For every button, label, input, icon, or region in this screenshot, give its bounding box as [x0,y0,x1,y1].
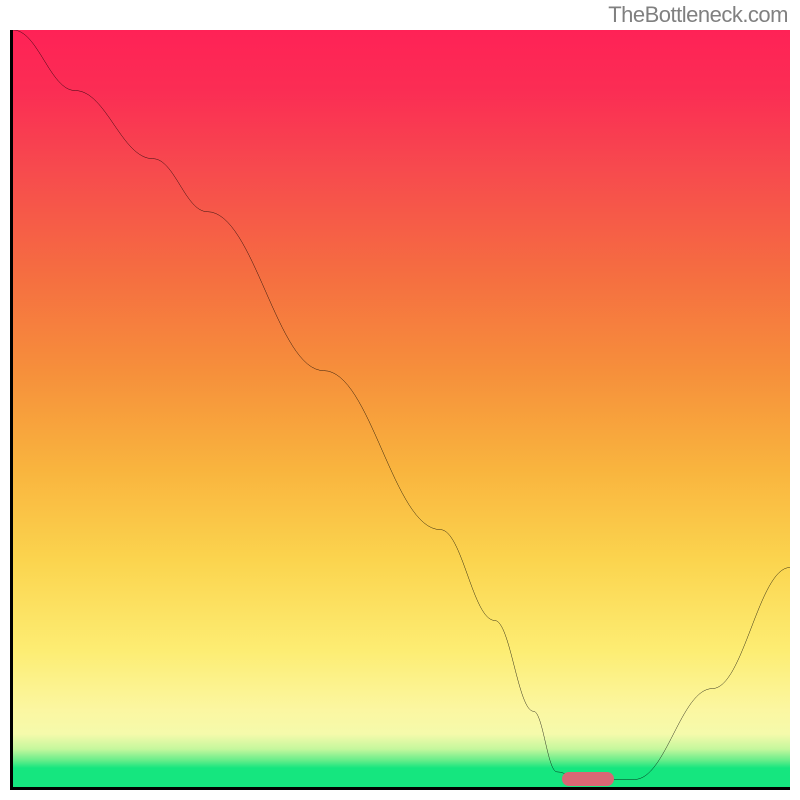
watermark-text: TheBottleneck.com [608,2,788,28]
chart-curve [13,30,790,787]
optimal-marker [562,772,614,786]
bottleneck-chart [10,30,790,790]
